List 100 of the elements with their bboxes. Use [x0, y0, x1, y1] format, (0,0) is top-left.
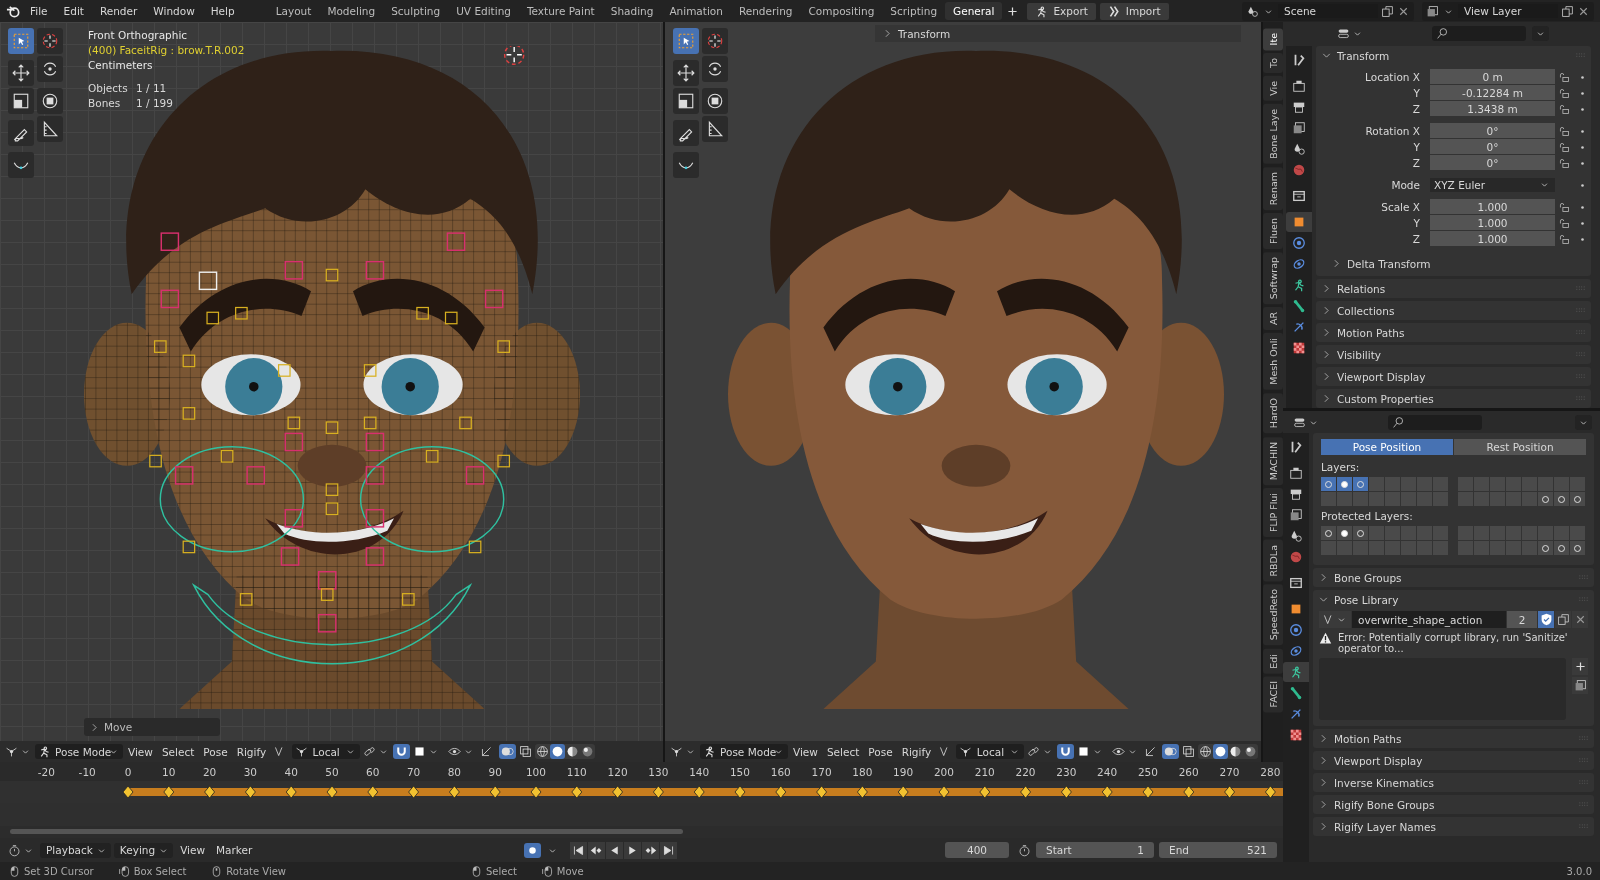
- number-field[interactable]: 0°: [1430, 123, 1555, 139]
- panel-header[interactable]: Viewport Display: [1313, 751, 1594, 770]
- start-frame-field[interactable]: Start 1: [1036, 842, 1154, 858]
- subpanel-header[interactable]: Delta Transform: [1316, 253, 1591, 276]
- workspace-tab[interactable]: Shading: [602, 2, 662, 20]
- panel-header[interactable]: Custom Properties: [1316, 389, 1591, 408]
- import-button[interactable]: Import: [1099, 2, 1169, 20]
- field-label: Z: [1411, 233, 1421, 245]
- menu-item[interactable]: View: [124, 744, 157, 759]
- menu-item[interactable]: Help: [203, 3, 242, 19]
- export-button[interactable]: Export: [1027, 2, 1096, 20]
- menu-item[interactable]: Window: [146, 3, 202, 19]
- orientation-dropdown[interactable]: Local: [956, 744, 1025, 759]
- sidebar-tab[interactable]: Edi: [1263, 648, 1283, 674]
- end-frame-field[interactable]: End 521: [1159, 842, 1277, 858]
- workspace-tab[interactable]: Modeling: [319, 2, 384, 20]
- status-hint: Set 3D Cursor: [24, 865, 94, 877]
- sidebar-tab[interactable]: Renam: [1263, 166, 1283, 211]
- workspace-tab[interactable]: Sculpting: [383, 2, 449, 20]
- panel-header[interactable]: Motion Paths: [1313, 729, 1594, 748]
- mode-dropdown[interactable]: Pose Mode: [35, 744, 123, 759]
- menu-dropdown[interactable]: Playback: [40, 842, 111, 858]
- frame-number: 70: [405, 765, 422, 778]
- number-field[interactable]: 1.000: [1430, 215, 1555, 231]
- number-field[interactable]: 0 m: [1430, 69, 1555, 85]
- view-layer-selector[interactable]: View Layer: [1422, 1, 1594, 21]
- panel-header[interactable]: Relations: [1316, 279, 1591, 298]
- menu-item[interactable]: Marker: [212, 843, 257, 857]
- layers-label: Layers:: [1321, 461, 1361, 473]
- menu-item[interactable]: File: [23, 3, 55, 19]
- sidebar-panel-header[interactable]: Transform: [875, 25, 1241, 42]
- workspace-tab[interactable]: UV Editing: [448, 2, 519, 20]
- menu-item[interactable]: Render: [92, 3, 145, 19]
- field-label: Mode: [1390, 179, 1421, 191]
- frame-number: 20: [201, 765, 218, 778]
- menu-item[interactable]: View: [176, 843, 210, 857]
- panel-header[interactable]: Rigify Layer Names: [1313, 817, 1594, 836]
- menu-item[interactable]: View: [789, 744, 822, 759]
- sidebar-tab[interactable]: FLIP Flui: [1263, 487, 1283, 537]
- sidebar-tab[interactable]: Bone Laye: [1263, 104, 1283, 164]
- workspace-tab[interactable]: Layout: [267, 2, 320, 20]
- sidebar-tab[interactable]: Vie: [1263, 76, 1283, 102]
- sidebar-tab[interactable]: Fluen: [1263, 213, 1283, 250]
- panel-header[interactable]: Visibility: [1316, 345, 1591, 364]
- sidebar-tab[interactable]: AR: [1263, 307, 1283, 331]
- number-field[interactable]: 1.3438 m: [1430, 101, 1555, 117]
- menu-item[interactable]: Select: [157, 744, 199, 759]
- menu-item[interactable]: Pose: [199, 744, 232, 759]
- workspace-tab[interactable]: Rendering: [730, 2, 801, 20]
- position-toggle[interactable]: Pose Position: [1321, 439, 1453, 455]
- menu-item[interactable]: Rigify: [232, 744, 271, 759]
- sidebar-tab[interactable]: Ite: [1263, 28, 1283, 51]
- status-hint: Box Select: [133, 865, 187, 877]
- users-count[interactable]: 2: [1507, 611, 1537, 628]
- number-field[interactable]: 0°: [1430, 139, 1555, 155]
- action-name-field[interactable]: overwrite_shape_action: [1352, 611, 1506, 628]
- frame-number: 110: [565, 765, 588, 778]
- workspace-tab[interactable]: Compositing: [800, 2, 883, 20]
- sidebar-tab[interactable]: Softwrap: [1263, 252, 1283, 305]
- operator-panel[interactable]: Move: [84, 718, 220, 736]
- frame-number: -10: [77, 765, 97, 778]
- panel-header[interactable]: Viewport Display: [1316, 367, 1591, 386]
- panel-header[interactable]: Collections: [1316, 301, 1591, 320]
- scene-selector[interactable]: Scene: [1242, 1, 1414, 21]
- workspace-tab[interactable]: General: [945, 2, 1003, 20]
- position-toggle[interactable]: Rest Position: [1454, 439, 1586, 455]
- orientation-dropdown[interactable]: Local: [292, 744, 361, 759]
- panel-header[interactable]: Inverse Kinematics: [1313, 773, 1594, 792]
- number-field[interactable]: 0°: [1430, 155, 1555, 171]
- menu-item[interactable]: Rigify: [897, 744, 936, 759]
- number-field[interactable]: 1.000: [1430, 199, 1555, 215]
- sidebar-tab[interactable]: MACHIN: [1263, 436, 1283, 485]
- menu-item[interactable]: Pose: [864, 744, 897, 759]
- sidebar-tab[interactable]: To: [1263, 53, 1283, 74]
- sidebar-tab[interactable]: Mesh Onli: [1263, 333, 1283, 391]
- workspace-tab[interactable]: Texture Paint: [518, 2, 603, 20]
- panel-header[interactable]: Motion Paths: [1316, 323, 1591, 342]
- mode-dropdown[interactable]: Pose Mode: [700, 744, 788, 759]
- viewport-background[interactable]: Transform: [665, 22, 1261, 741]
- panel-header[interactable]: Pose Library: [1313, 590, 1594, 609]
- number-field[interactable]: -0.12284 m: [1430, 85, 1555, 101]
- menu-dropdown[interactable]: Keying: [113, 842, 174, 858]
- panel-header[interactable]: Bone Groups: [1313, 568, 1594, 587]
- workspace-tab[interactable]: Animation: [661, 2, 731, 20]
- stat-value: 1 / 199: [136, 96, 173, 111]
- frame-number: 170: [810, 765, 833, 778]
- menu-item[interactable]: Edit: [56, 3, 91, 19]
- frame-number: 250: [1136, 765, 1159, 778]
- panel-header[interactable]: Rigify Bone Groups: [1313, 795, 1594, 814]
- number-field[interactable]: 1.000: [1430, 231, 1555, 247]
- current-frame-field[interactable]: 400: [945, 842, 1009, 858]
- sidebar-tab[interactable]: RBDLa: [1263, 539, 1283, 582]
- sidebar-tab[interactable]: SpeedReto: [1263, 584, 1283, 646]
- sidebar-tab[interactable]: HardO: [1263, 393, 1283, 434]
- workspace-tab[interactable]: Scripting: [882, 2, 946, 20]
- viewport-background[interactable]: Front Orthographic (400) FaceitRig : brow.T.R.002 Centimeters Objects 1 / 11 Bones 1 / 199 Move: [0, 22, 663, 741]
- sidebar-tab[interactable]: FACEI: [1263, 676, 1283, 713]
- mode-dropdown[interactable]: XYZ Euler: [1430, 177, 1555, 193]
- panel-header[interactable]: Transform: [1316, 46, 1591, 65]
- menu-item[interactable]: Select: [822, 744, 864, 759]
